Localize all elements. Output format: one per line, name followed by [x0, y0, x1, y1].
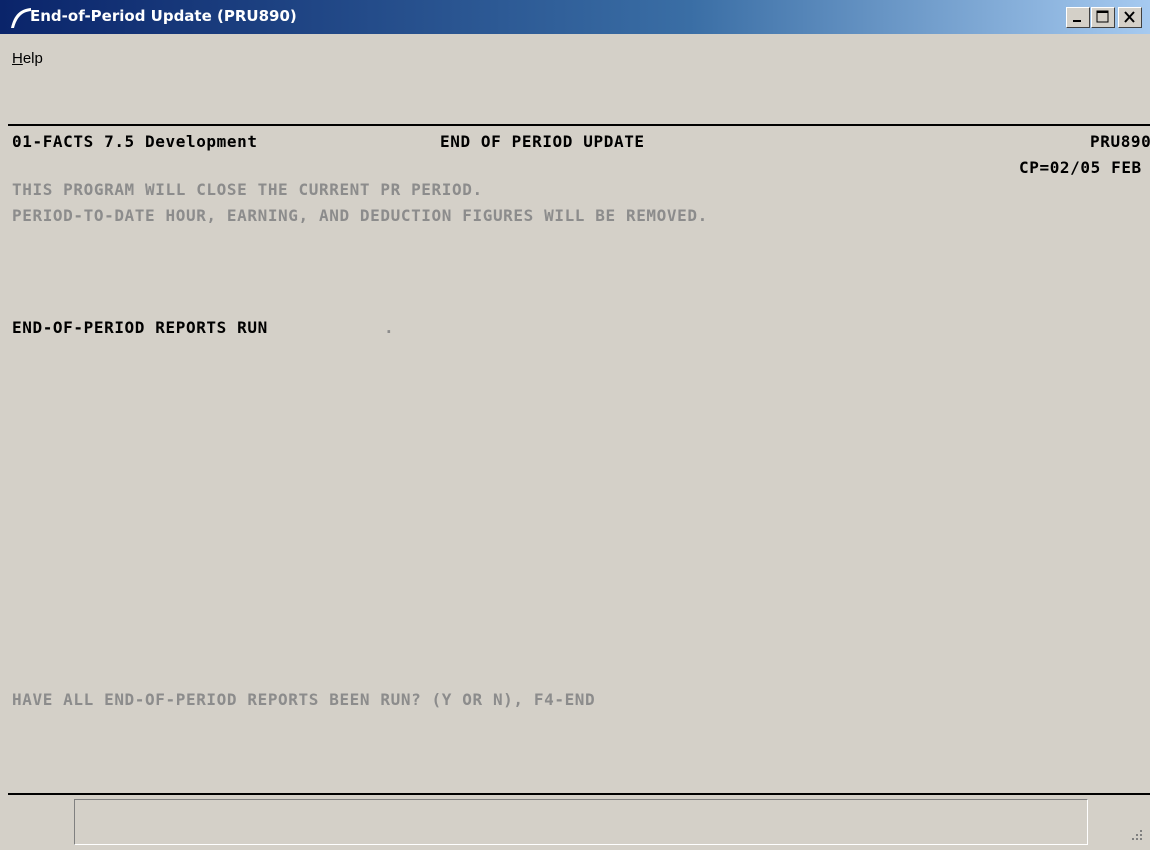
- resize-grip-icon[interactable]: [1126, 826, 1146, 846]
- minimize-icon: [1073, 20, 1081, 22]
- menu-help-mnemonic: H: [12, 50, 23, 67]
- title-bar[interactable]: End-of-Period Update (PRU890): [0, 0, 1150, 34]
- status-bar: [74, 799, 1088, 845]
- minimize-button[interactable]: [1066, 7, 1090, 28]
- prompt-text: HAVE ALL END-OF-PERIOD REPORTS BEEN RUN?…: [12, 690, 596, 709]
- reports-run-input[interactable]: .: [384, 318, 394, 337]
- menu-help-label: elp: [22, 50, 43, 67]
- field-label-reports-run: END-OF-PERIOD REPORTS RUN: [12, 318, 268, 337]
- menu-help[interactable]: Help: [12, 50, 43, 67]
- maximize-icon: [1096, 10, 1109, 23]
- screen-bottom-divider: [8, 793, 1150, 795]
- current-period: CP=02/05 FEB: [1019, 158, 1142, 177]
- screen-top-divider: [8, 124, 1150, 126]
- info-text-line-2: PERIOD-TO-DATE HOUR, EARNING, AND DEDUCT…: [12, 206, 708, 225]
- screen-heading: END OF PERIOD UPDATE: [440, 132, 645, 151]
- maximize-button[interactable]: [1091, 7, 1115, 28]
- program-code: PRU890: [1090, 132, 1150, 151]
- info-text-line-1: THIS PROGRAM WILL CLOSE THE CURRENT PR P…: [12, 180, 483, 199]
- company-name: 01-FACTS 7.5 Development: [12, 132, 258, 151]
- close-button[interactable]: [1118, 7, 1142, 28]
- app-logo-icon: [11, 8, 31, 28]
- menu-bar: Help: [0, 34, 1150, 84]
- window-title: End-of-Period Update (PRU890): [30, 7, 297, 25]
- close-icon: [1124, 11, 1135, 23]
